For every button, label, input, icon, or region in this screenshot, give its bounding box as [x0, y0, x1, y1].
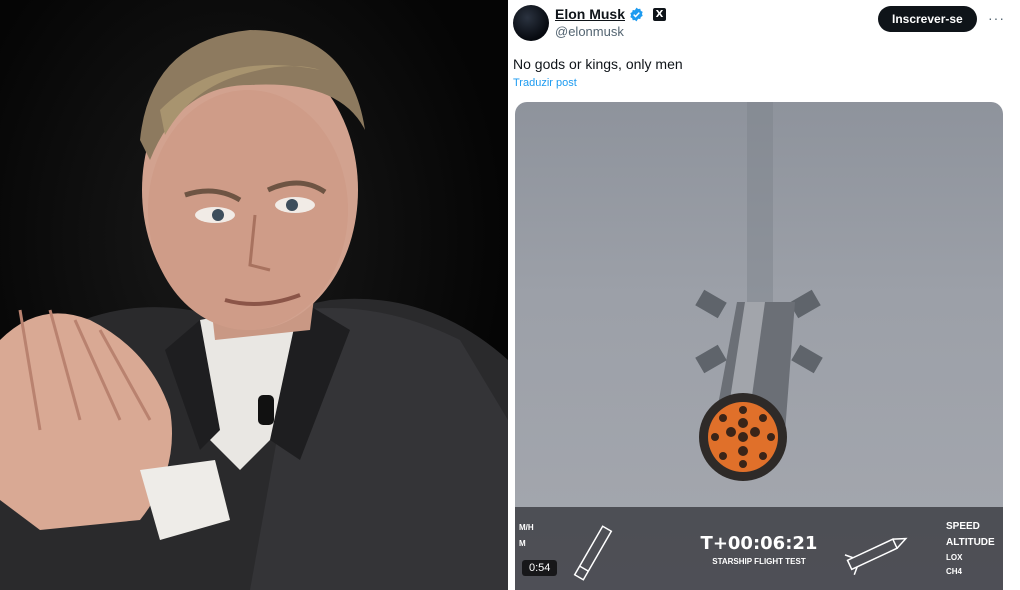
- author-name[interactable]: Elon Musk: [555, 6, 625, 22]
- video-player[interactable]: M/H M T+00:06:21 STARSHIP FLIGHT TEST SP…: [515, 102, 1003, 590]
- tweet-card: Elon Musk X @elonmusk Inscrever-se ··· N…: [508, 0, 1020, 590]
- photo-elon-musk: [0, 0, 508, 590]
- rocket-image: [695, 102, 823, 481]
- portrait-illustration: [0, 30, 508, 590]
- tweet-text: No gods or kings, only men: [513, 56, 683, 72]
- subscribe-button[interactable]: Inscrever-se: [878, 6, 977, 32]
- hud-right-labels: SPEED ALTITUDE LOX CH4: [946, 521, 995, 576]
- more-icon[interactable]: ···: [988, 10, 1005, 26]
- author-handle[interactable]: @elonmusk: [555, 24, 624, 39]
- author-row: Elon Musk X: [555, 6, 667, 22]
- video-duration-badge: 0:54: [522, 560, 558, 576]
- mission-subtitle: STARSHIP FLIGHT TEST: [712, 557, 806, 566]
- avatar[interactable]: [513, 5, 549, 41]
- flight-hud: M/H M T+00:06:21 STARSHIP FLIGHT TEST SP…: [515, 507, 1003, 590]
- x-logo-icon: X: [653, 7, 667, 21]
- mission-clock: T+00:06:21: [700, 533, 818, 554]
- translate-link[interactable]: Traduzir post: [513, 77, 577, 89]
- verified-icon: [630, 7, 643, 21]
